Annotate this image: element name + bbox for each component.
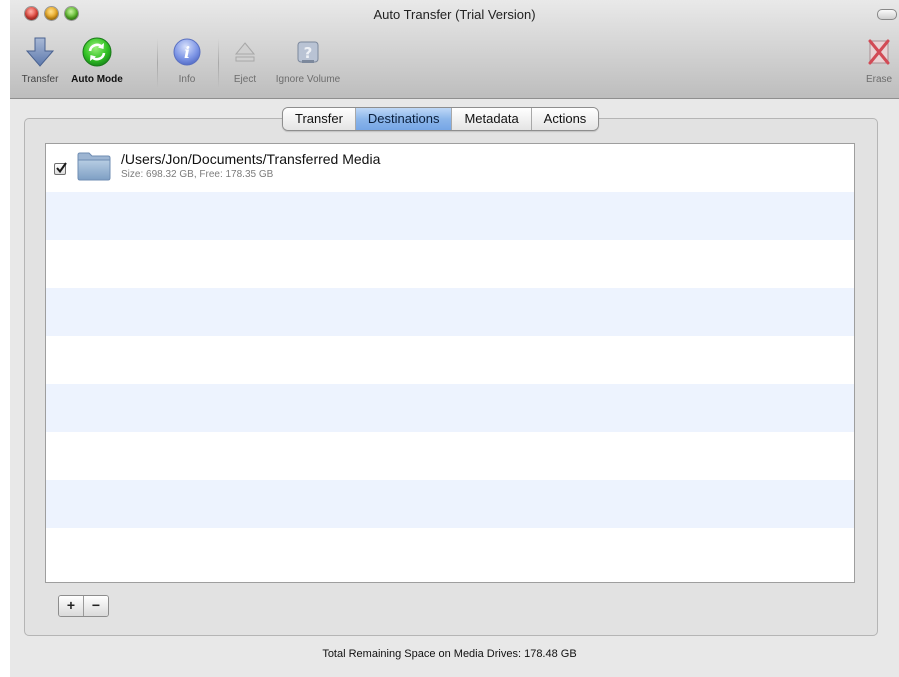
destinations-list[interactable]: /Users/Jon/Documents/Transferred Media S… [45, 143, 855, 583]
tab-actions[interactable]: Actions [531, 108, 599, 130]
eject-button[interactable]: Eject [228, 34, 262, 85]
erase-label: Erase [865, 74, 893, 85]
info-icon: i [167, 34, 207, 70]
tab-metadata[interactable]: Metadata [452, 108, 532, 130]
destination-enabled-checkbox[interactable] [54, 162, 67, 175]
svg-text:?: ? [304, 44, 313, 62]
erase-icon [859, 34, 899, 70]
add-destination-button[interactable]: + [59, 596, 83, 616]
ignore-volume-button[interactable]: ? Ignore Volume [268, 34, 348, 85]
svg-text:i: i [184, 43, 190, 62]
destination-details: Size: 698.32 GB, Free: 178.35 GB [121, 169, 274, 180]
destination-path: /Users/Jon/Documents/Transferred Media [121, 151, 381, 167]
auto-mode-label: Auto Mode [71, 74, 123, 85]
ignore-volume-label: Ignore Volume [275, 74, 341, 85]
title-toolbar: Auto Transfer (Trial Version) Transfer A… [10, 0, 899, 99]
down-arrow-icon [15, 34, 65, 70]
tab-destinations[interactable]: Destinations [355, 108, 453, 130]
erase-button[interactable]: Erase [859, 34, 899, 85]
auto-mode-button[interactable]: Auto Mode [67, 34, 127, 85]
toolbar-separator [157, 38, 158, 88]
ignore-volume-icon: ? [268, 34, 348, 70]
transfer-label: Transfer [21, 74, 59, 85]
window-title: Auto Transfer (Trial Version) [373, 7, 536, 22]
list-row-stripe [46, 384, 854, 432]
checkmark-icon [56, 162, 67, 174]
list-item[interactable]: /Users/Jon/Documents/Transferred Media S… [46, 144, 854, 192]
list-row-stripe [46, 192, 854, 240]
tab-transfer[interactable]: Transfer [283, 108, 356, 130]
remove-destination-button[interactable]: − [83, 596, 108, 616]
status-text: Total Remaining Space on Media Drives: 1… [322, 648, 577, 660]
toolbar-separator [218, 38, 219, 88]
tab-bar: Transfer Destinations Metadata Actions [282, 107, 600, 131]
eject-icon [228, 34, 262, 70]
eject-label: Eject [233, 74, 257, 85]
transfer-button[interactable]: Transfer [15, 34, 65, 85]
list-row-stripe [46, 480, 854, 528]
toolbar-toggle-button[interactable] [877, 9, 897, 20]
info-button[interactable]: i Info [167, 34, 207, 85]
sync-icon [67, 34, 127, 70]
list-add-remove-control: + − [58, 595, 109, 617]
info-label: Info [178, 74, 196, 85]
folder-icon [77, 152, 111, 181]
list-row-stripe [46, 288, 854, 336]
